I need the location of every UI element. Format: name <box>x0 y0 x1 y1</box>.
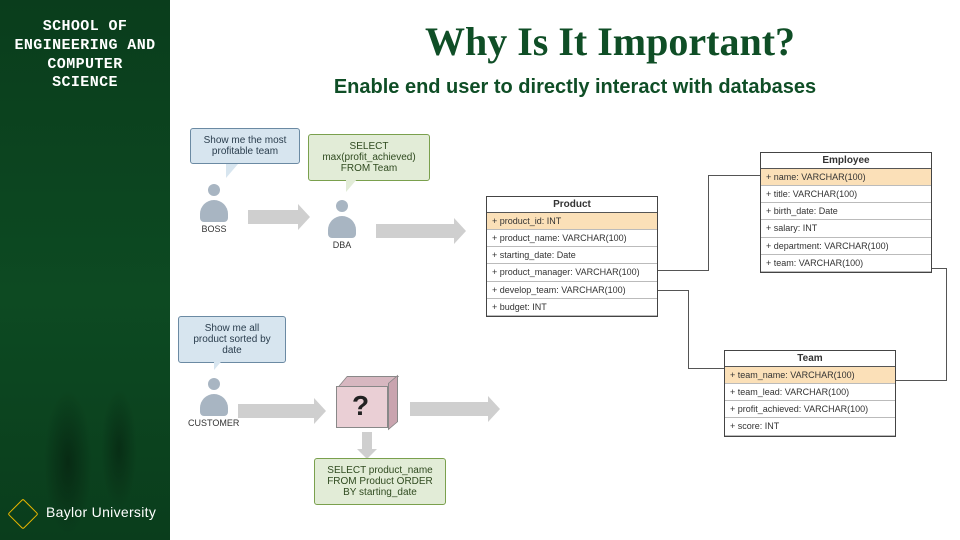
connector-line <box>708 175 709 271</box>
box-side-face <box>388 375 398 430</box>
result-sql-bubble: SELECT product_name FROM Product ORDER B… <box>314 458 446 505</box>
connector-line <box>688 290 689 368</box>
schema-team: Team + team_name: VARCHAR(100) + team_le… <box>724 350 896 437</box>
brand: Baylor University <box>12 499 156 524</box>
connector-line <box>688 368 724 369</box>
schema-field: + develop_team: VARCHAR(100) <box>487 282 657 299</box>
actor-customer: CUSTOMER <box>188 378 239 428</box>
schema-field: + product_id: INT <box>487 213 657 230</box>
slide: SCHOOL OF ENGINEERING AND COMPUTER SCIEN… <box>0 0 960 540</box>
bubble-tail-icon <box>346 178 358 192</box>
schema-field: + department: VARCHAR(100) <box>761 238 931 255</box>
arrow-right-icon <box>248 210 300 224</box>
brand-name: Baylor University <box>46 504 156 520</box>
actor-boss: BOSS <box>200 184 228 234</box>
connector-line <box>932 268 946 269</box>
school-label: SCHOOL OF ENGINEERING AND COMPUTER SCIEN… <box>10 18 160 93</box>
dba-sql-text: SELECT max(profit_achieved) FROM Team <box>322 141 415 174</box>
speech-bubble-customer: Show me all product sorted by date <box>178 316 286 363</box>
baylor-shield-icon <box>12 499 38 524</box>
connector-line <box>658 290 688 291</box>
schema-product: Product + product_id: INT + product_name… <box>486 196 658 317</box>
person-icon <box>200 184 228 222</box>
slide-title: Why Is It Important? <box>300 18 920 65</box>
schema-field: + score: INT <box>725 418 895 435</box>
schema-team-header: Team <box>725 351 895 367</box>
arrow-down-icon <box>362 432 372 450</box>
schema-field: + team_lead: VARCHAR(100) <box>725 384 895 401</box>
schema-employee-header: Employee <box>761 153 931 169</box>
actor-boss-label: BOSS <box>200 224 228 234</box>
arrow-right-icon <box>376 224 456 238</box>
bubble-tail-icon <box>214 356 226 370</box>
bubble-tail-icon <box>226 164 238 178</box>
schema-field: + product_manager: VARCHAR(100) <box>487 264 657 281</box>
actor-dba-label: DBA <box>328 240 356 250</box>
schema-field: + title: VARCHAR(100) <box>761 186 931 203</box>
schema-field: + team_name: VARCHAR(100) <box>725 367 895 384</box>
schema-field: + product_name: VARCHAR(100) <box>487 230 657 247</box>
slide-subtitle: Enable end user to directly interact wit… <box>250 76 900 99</box>
connector-line <box>896 380 946 381</box>
speech-bubble-dba: SELECT max(profit_achieved) FROM Team <box>308 134 430 181</box>
schema-employee: Employee + name: VARCHAR(100) + title: V… <box>760 152 932 273</box>
schema-field: + team: VARCHAR(100) <box>761 255 931 272</box>
question-mark: ? <box>352 390 369 422</box>
schema-field: + salary: INT <box>761 220 931 237</box>
system-box: ? <box>336 376 398 428</box>
connector-line <box>708 175 760 176</box>
arrow-right-icon <box>410 402 490 416</box>
connector-line <box>946 268 947 381</box>
actor-customer-label: CUSTOMER <box>188 418 239 428</box>
schema-field: + profit_achieved: VARCHAR(100) <box>725 401 895 418</box>
schema-field: + birth_date: Date <box>761 203 931 220</box>
speech-bubble-boss: Show me the most profitable team <box>190 128 300 164</box>
person-icon <box>200 378 228 416</box>
sidebar: SCHOOL OF ENGINEERING AND COMPUTER SCIEN… <box>0 0 170 540</box>
schema-field: + starting_date: Date <box>487 247 657 264</box>
result-sql-text: SELECT product_name FROM Product ORDER B… <box>327 465 433 498</box>
schema-field: + name: VARCHAR(100) <box>761 169 931 186</box>
person-icon <box>328 200 356 238</box>
schema-product-header: Product <box>487 197 657 213</box>
boss-query-text: Show me the most profitable team <box>204 135 287 157</box>
actor-dba: DBA <box>328 200 356 250</box>
connector-line <box>658 270 708 271</box>
arrow-right-icon <box>238 404 316 418</box>
schema-field: + budget: INT <box>487 299 657 316</box>
customer-query-text: Show me all product sorted by date <box>193 323 270 356</box>
diagram: Show me the most profitable team BOSS SE… <box>178 120 948 520</box>
